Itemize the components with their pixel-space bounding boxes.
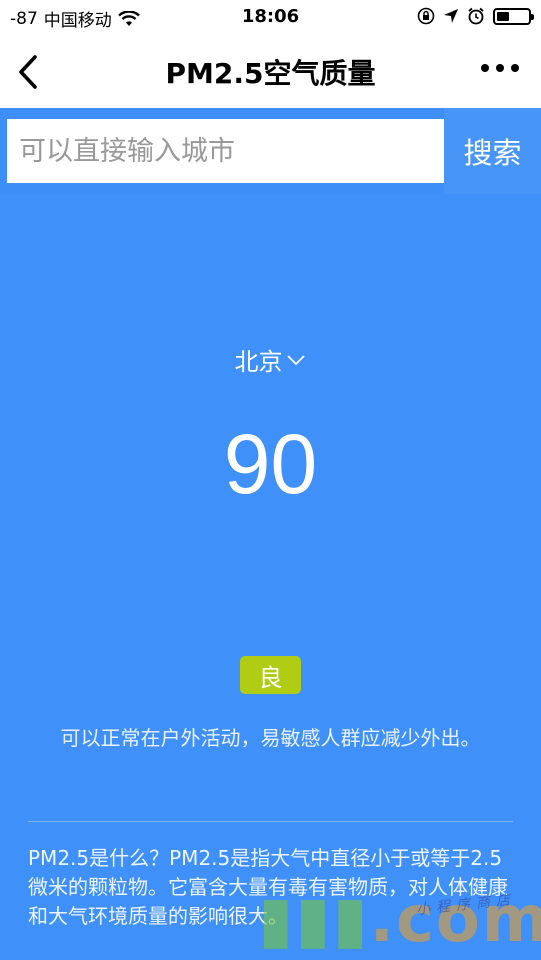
nav-bar: PM2.5空气质量 [0, 34, 541, 108]
status-right [417, 7, 534, 25]
city-search-input[interactable] [7, 119, 444, 183]
search-bar: 搜索 [0, 108, 541, 194]
divider [28, 821, 513, 822]
pm25-value: 90 [223, 417, 318, 511]
city-name: 北京 [234, 348, 283, 376]
air-quality-level-badge: 良 [240, 656, 301, 694]
more-dots-icon [496, 64, 504, 72]
pm25-description: PM2.5是什么？PM2.5是指大气中直径小于或等于2.5微米的颗粒物。它富含大… [28, 846, 508, 928]
orientation-lock-icon [417, 7, 435, 25]
city-selector[interactable]: 北京 [0, 342, 541, 377]
page-title: PM2.5空气质量 [165, 57, 376, 90]
status-bar: -87 中国移动 18:06 [0, 0, 541, 34]
alarm-icon [468, 7, 484, 25]
more-button[interactable] [481, 64, 519, 72]
chevron-down-icon [286, 354, 305, 365]
battery-icon [493, 7, 534, 25]
search-button[interactable]: 搜索 [444, 108, 541, 194]
location-arrow-icon [444, 9, 458, 23]
health-advice: 可以正常在户外活动，易敏感人群应减少外出。 [60, 726, 481, 750]
air-quality-panel: 北京 90 良 可以正常在户外活动，易敏感人群应减少外出。 PM2.5是什么？P… [0, 194, 541, 960]
more-dots-icon [481, 64, 489, 72]
more-dots-icon [511, 64, 519, 72]
